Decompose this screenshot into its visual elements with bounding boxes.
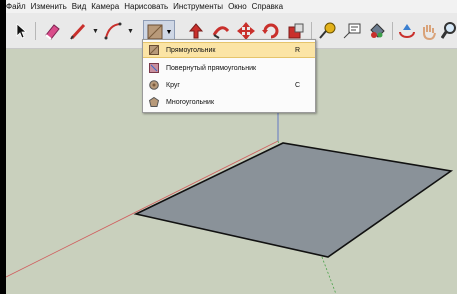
menu-item-rotated-rectangle[interactable]: Повернутый прямоугольник <box>143 60 315 76</box>
paint-bucket-tool-button[interactable] <box>366 20 388 42</box>
eraser-tool-button[interactable] <box>41 20 63 42</box>
toolbar-separator <box>35 22 36 40</box>
menu-item-polygon[interactable]: Многоугольник <box>143 94 315 110</box>
menu-file[interactable]: Файл <box>6 2 31 11</box>
text-tool-button[interactable] <box>341 20 363 42</box>
menu-item-circle[interactable]: Круг C <box>143 77 315 93</box>
select-icon <box>16 23 28 39</box>
push-pull-icon <box>188 23 204 39</box>
follow-me-icon <box>212 26 230 39</box>
pan-icon <box>423 25 436 41</box>
menu-item-shortcut: C <box>295 81 301 89</box>
menu-item-label: Повернутый прямоугольник <box>166 64 257 72</box>
paint-bucket-icon <box>370 23 385 38</box>
arc-dropdown-arrow[interactable]: ▼ <box>127 19 134 43</box>
rotate-icon <box>262 23 279 39</box>
menu-item-label: Прямоугольник <box>166 46 216 54</box>
menu-window[interactable]: Окно <box>228 2 252 11</box>
rectangle-icon <box>149 45 159 55</box>
select-tool-button[interactable] <box>12 20 30 42</box>
pencil-tool-button[interactable] <box>68 20 90 42</box>
zoom-icon <box>440 22 456 39</box>
toolbar-separator <box>392 22 393 40</box>
menu-item-label: Круг <box>166 81 180 89</box>
rotated-rectangle-icon <box>149 63 159 73</box>
pencil-icon <box>70 23 86 40</box>
zoom-tool-button[interactable] <box>440 20 457 42</box>
rectangle-dropdown-arrow[interactable]: ▼ <box>166 29 173 36</box>
toolbar-separator <box>311 22 312 40</box>
menu-item-label: Многоугольник <box>166 98 215 106</box>
menu-bar: Файл Изменить Вид Камера Нарисовать Инст… <box>6 0 457 13</box>
arc-icon <box>104 22 122 40</box>
move-icon <box>237 22 255 40</box>
polygon-icon <box>149 97 159 107</box>
pencil-dropdown-arrow[interactable]: ▼ <box>92 19 99 43</box>
menu-edit[interactable]: Изменить <box>31 2 72 11</box>
menu-item-shortcut: R <box>295 46 301 54</box>
circle-icon <box>149 80 159 90</box>
sketchup-window: Файл Изменить Вид Камера Нарисовать Инст… <box>6 0 457 294</box>
scale-icon <box>288 23 304 39</box>
arc-tool-button[interactable] <box>102 20 124 42</box>
orbit-icon <box>399 24 415 38</box>
tape-measure-icon <box>319 22 336 39</box>
menu-item-rectangle[interactable]: Прямоугольник R <box>143 42 315 58</box>
menu-help[interactable]: Справка <box>252 2 288 11</box>
tape-measure-tool-button[interactable] <box>316 20 338 42</box>
drawn-rectangle[interactable] <box>133 142 454 258</box>
menu-view[interactable]: Вид <box>72 2 91 11</box>
menu-camera[interactable]: Камера <box>91 2 124 11</box>
menu-tools[interactable]: Инструменты <box>173 2 228 11</box>
pan-tool-button[interactable] <box>419 20 439 42</box>
shape-tools-menu: Прямоугольник R Повернутый прямоугольник… <box>142 39 316 113</box>
eraser-icon <box>45 24 60 40</box>
text-icon <box>343 23 361 39</box>
orbit-tool-button[interactable] <box>397 20 417 42</box>
menu-draw[interactable]: Нарисовать <box>124 2 173 11</box>
